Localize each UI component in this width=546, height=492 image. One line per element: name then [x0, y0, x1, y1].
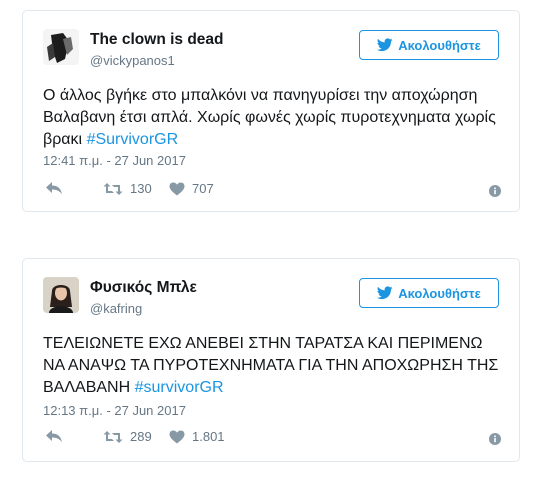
timestamp[interactable]: 12:41 π.μ. - 27 Jun 2017 — [43, 153, 186, 168]
tweet-card: Φυσικός Μπλε @kafring Ακολουθήστε ΤΕΛΕΙΩ… — [22, 258, 520, 462]
info-icon — [489, 433, 501, 445]
twitter-bird-icon — [377, 286, 393, 300]
reply-icon — [46, 182, 62, 194]
display-name[interactable]: Φυσικός Μπλε — [90, 279, 197, 297]
tweet-card: The clown is dead @vickypanos1 Ακολουθήσ… — [22, 10, 520, 212]
follow-button[interactable]: Ακολουθήστε — [359, 30, 499, 60]
tweet-body: ΤΕΛΕΙΩΝΕΤΕ ΕΧΩ ΑΝΕΒΕΙ ΣΤΗΝ ΤΑΡΑΤΣΑ ΚΑΙ Π… — [43, 335, 499, 396]
follow-label: Ακολουθήστε — [398, 37, 481, 53]
retweet-button[interactable]: 130 — [103, 181, 152, 196]
avatar[interactable] — [43, 277, 79, 313]
reply-button[interactable] — [45, 181, 63, 195]
display-name[interactable]: The clown is dead — [90, 31, 224, 49]
like-count: 707 — [192, 181, 214, 196]
tweet-info-button[interactable] — [489, 184, 501, 202]
retweet-icon — [103, 182, 123, 195]
hashtag-link[interactable]: #survivorGR — [135, 379, 224, 396]
like-count: 1.801 — [192, 429, 225, 444]
retweet-icon — [103, 430, 123, 443]
user-handle[interactable]: @kafring — [90, 301, 142, 316]
reply-button[interactable] — [45, 429, 63, 443]
like-button[interactable]: 707 — [169, 181, 214, 196]
info-icon — [489, 185, 501, 197]
hashtag-link[interactable]: #SurvivorGR — [87, 131, 179, 148]
follow-button[interactable]: Ακολουθήστε — [359, 278, 499, 308]
user-handle[interactable]: @vickypanos1 — [90, 53, 175, 68]
follow-label: Ακολουθήστε — [398, 285, 481, 301]
heart-icon — [169, 182, 185, 195]
timestamp[interactable]: 12:13 π.μ. - 27 Jun 2017 — [43, 403, 186, 418]
tweet-info-button[interactable] — [489, 432, 501, 450]
retweet-count: 130 — [130, 181, 152, 196]
retweet-count: 289 — [130, 429, 152, 444]
heart-icon — [169, 430, 185, 443]
twitter-bird-icon — [377, 38, 393, 52]
like-button[interactable]: 1.801 — [169, 429, 225, 444]
tweet-text: ΤΕΛΕΙΩΝΕΤΕ ΕΧΩ ΑΝΕΒΕΙ ΣΤΗΝ ΤΑΡΑΤΣΑ ΚΑΙ Π… — [43, 333, 501, 399]
tweet-text: Ο άλλος βγήκε στο μπαλκόνι να πανηγυρίσε… — [43, 85, 501, 151]
retweet-button[interactable]: 289 — [103, 429, 152, 444]
tweet-actions: 289 1.801 — [43, 429, 501, 449]
avatar[interactable] — [43, 29, 79, 65]
reply-icon — [46, 430, 62, 442]
tweet-actions: 130 707 — [43, 181, 501, 201]
